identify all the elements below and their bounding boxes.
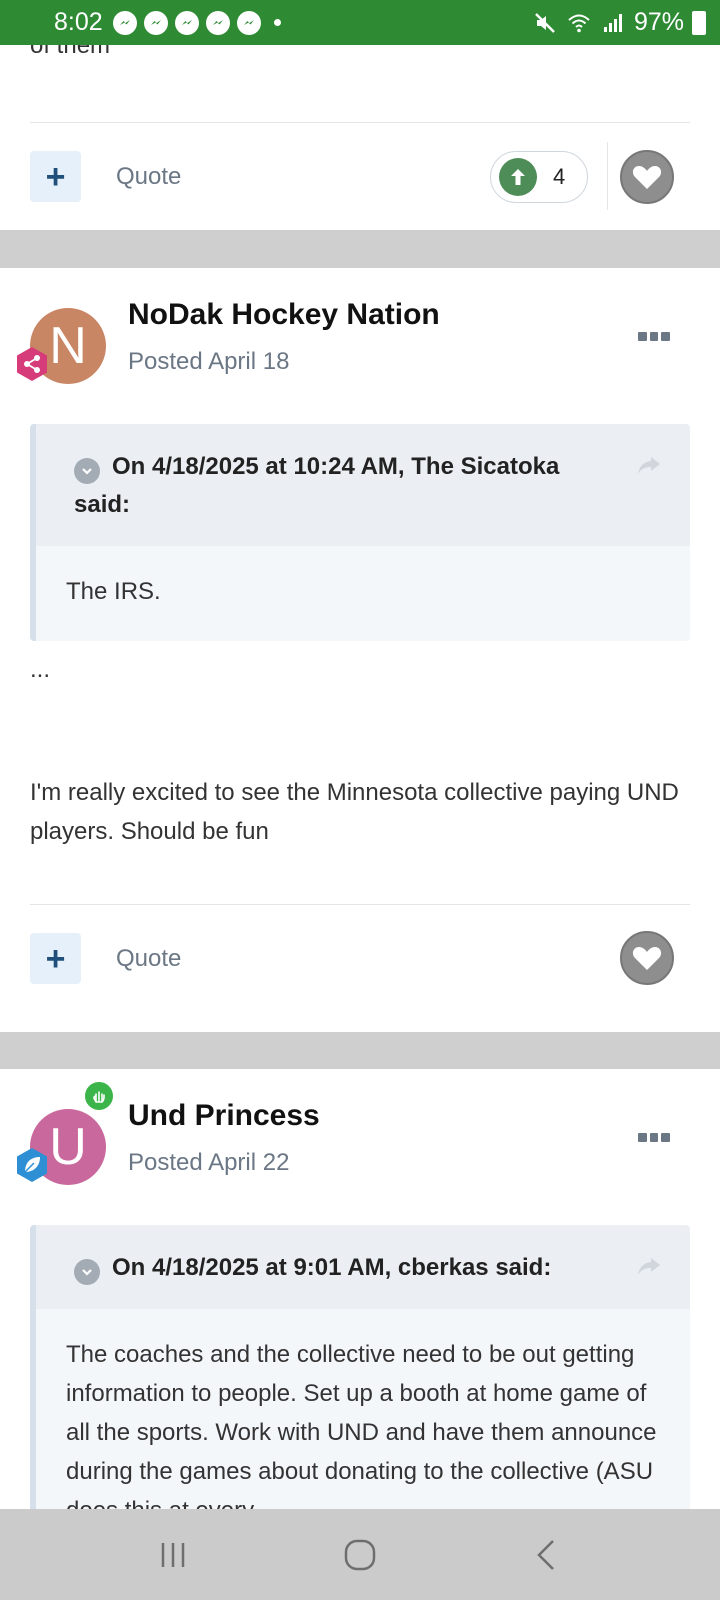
collapse-chevron-icon[interactable] bbox=[74, 458, 100, 484]
divider bbox=[30, 122, 690, 123]
post-options-menu[interactable] bbox=[638, 1130, 671, 1144]
multiquote-add-button[interactable]: + bbox=[30, 151, 81, 202]
status-time: 8:02 bbox=[54, 8, 103, 36]
heart-icon bbox=[632, 947, 662, 970]
online-status-icon bbox=[82, 1079, 116, 1113]
status-bar: 8:02 97% bbox=[0, 0, 720, 45]
system-navigation-bar bbox=[0, 1509, 720, 1600]
forum-post: U Und Princess Posted April 22 On 4/18/2… bbox=[0, 1069, 720, 1560]
messenger-notification-icon bbox=[112, 10, 137, 35]
quote-block: On 4/18/2025 at 10:24 AM, The Sicatoka s… bbox=[30, 424, 690, 641]
divider bbox=[30, 904, 690, 905]
rank-badge-icon bbox=[17, 1148, 47, 1182]
post-date[interactable]: Posted April 22 bbox=[128, 1149, 289, 1177]
quote-body: The IRS. bbox=[36, 546, 690, 641]
home-icon[interactable] bbox=[340, 1535, 380, 1575]
battery-percent: 97% bbox=[633, 8, 684, 36]
messenger-notification-icon bbox=[174, 10, 199, 35]
like-button[interactable] bbox=[620, 931, 674, 985]
heart-icon bbox=[632, 166, 662, 189]
post-body: I'm really excited to see the Minnesota … bbox=[30, 779, 679, 845]
more-notifications-dot bbox=[273, 19, 281, 26]
quote-link[interactable]: Quote bbox=[116, 945, 181, 973]
post-date[interactable]: Posted April 18 bbox=[128, 348, 289, 376]
quote-link[interactable]: Quote bbox=[116, 163, 181, 191]
quote-attribution: On 4/18/2025 at 10:24 AM, The Sicatoka s… bbox=[74, 453, 560, 518]
like-button[interactable] bbox=[620, 150, 674, 204]
upvote-icon bbox=[499, 158, 537, 196]
collapse-chevron-icon[interactable] bbox=[74, 1259, 100, 1285]
share-arrow-icon[interactable] bbox=[636, 1255, 662, 1277]
post-ellipsis: ... bbox=[30, 656, 51, 683]
mute-icon bbox=[535, 12, 555, 33]
forum-post: N NoDak Hockey Nation Posted April 18 On… bbox=[0, 268, 720, 1032]
messenger-notification-icon bbox=[143, 10, 168, 35]
author-name[interactable]: Und Princess bbox=[128, 1099, 320, 1133]
divider bbox=[607, 142, 608, 210]
quote-header: On 4/18/2025 at 10:24 AM, The Sicatoka s… bbox=[36, 424, 690, 546]
messenger-notification-icon bbox=[236, 10, 261, 35]
battery-icon bbox=[692, 10, 706, 35]
quote-header: On 4/18/2025 at 9:01 AM, cberkas said: bbox=[36, 1225, 690, 1309]
rank-badge-icon bbox=[17, 347, 47, 381]
messenger-notification-icon bbox=[205, 10, 230, 35]
reaction-count: 4 bbox=[553, 164, 566, 189]
multiquote-add-button[interactable]: + bbox=[30, 933, 81, 984]
signal-icon bbox=[603, 13, 622, 32]
wifi-icon bbox=[568, 14, 590, 32]
share-arrow-icon[interactable] bbox=[636, 454, 662, 476]
quote-attribution: On 4/18/2025 at 9:01 AM, cberkas said: bbox=[112, 1254, 552, 1281]
reaction-summary[interactable]: 4 bbox=[490, 151, 588, 203]
post-options-menu[interactable] bbox=[638, 329, 671, 343]
back-icon[interactable] bbox=[527, 1535, 567, 1575]
author-name[interactable]: NoDak Hockey Nation bbox=[128, 298, 440, 332]
recent-apps-icon[interactable] bbox=[153, 1535, 193, 1575]
